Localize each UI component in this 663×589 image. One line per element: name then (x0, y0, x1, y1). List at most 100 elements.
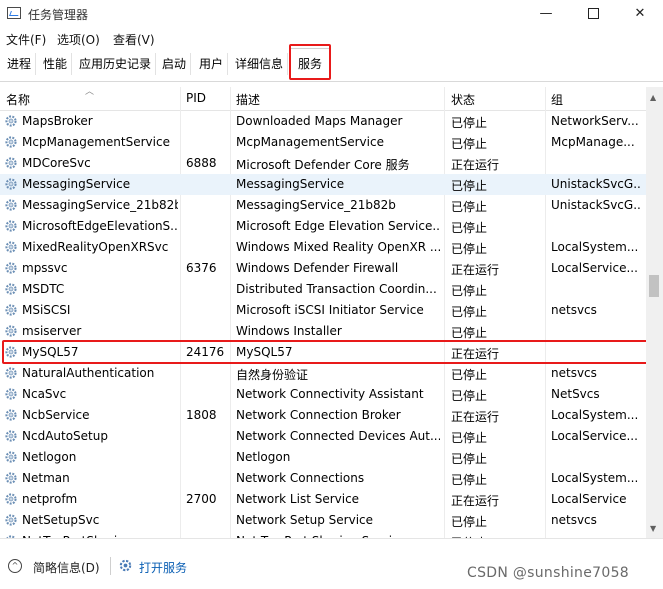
footer-bar: ^ 简略信息(D) 打开服务 (0, 538, 663, 589)
column-group[interactable]: 组 (551, 91, 563, 108)
service-description: Network Connection Broker (236, 408, 401, 422)
scroll-up-arrow-icon[interactable]: ▲ (650, 93, 656, 102)
service-gear-icon (5, 241, 17, 253)
service-name: netprofm (22, 492, 78, 506)
window-title: 任务管理器 (28, 8, 89, 22)
collapse-up-icon[interactable]: ^ (8, 559, 22, 573)
service-status: 已停止 (451, 137, 488, 151)
service-gear-icon (5, 199, 17, 211)
column-name[interactable]: 名称 (6, 91, 30, 108)
column-header: ︿ 名称 PID 描述 状态 组 (0, 87, 646, 111)
service-name: MSiSCSI (22, 303, 71, 317)
service-row[interactable]: MessagingService MessagingService 已停止 Unist… (0, 174, 646, 195)
tab-users[interactable]: 用户 (195, 53, 229, 75)
service-status: 正在运行 (451, 494, 500, 508)
service-status: 已停止 (451, 242, 488, 256)
service-group: netsvcs (551, 366, 597, 380)
service-row[interactable]: Netman Network Connections 已停止 LocalSystem.… (0, 468, 646, 489)
service-name: NcaSvc (22, 387, 67, 401)
tab-app-history[interactable]: 应用历史记录 (75, 53, 157, 75)
service-description: McpManagementService (236, 135, 384, 149)
service-group: McpManage... (551, 135, 635, 149)
service-gear-icon (5, 514, 17, 526)
service-status: 正在运行 (451, 263, 500, 277)
service-pid: 2700 (186, 492, 217, 506)
service-name: NaturalAuthentication (22, 366, 155, 380)
service-row[interactable]: MixedRealityOpenXRSvc Windows Mixed Reali… (0, 237, 646, 258)
service-name: MessagingService (22, 177, 131, 191)
service-description: Windows Mixed Reality OpenXR ... (236, 240, 440, 254)
minimize-button[interactable]: — (523, 0, 569, 28)
services-list: MapsBroker Downloaded Maps Manager 已停止 Netw… (0, 111, 646, 538)
service-group: LocalService (551, 492, 627, 506)
service-pid: 6376 (186, 261, 217, 275)
service-row[interactable]: NcdAutoSetup Network Connected Devices Au… (0, 426, 646, 447)
menu-options[interactable]: 选项(O) (57, 31, 100, 48)
vertical-scrollbar[interactable]: ▲ ▼ (646, 87, 663, 538)
service-row[interactable]: MessagingService_21b82b MessagingService_… (0, 195, 646, 216)
service-row[interactable]: MSiSCSI Microsoft iSCSI Initiator Service… (0, 300, 646, 321)
service-description: Network List Service (236, 492, 360, 506)
service-group: netsvcs (551, 303, 597, 317)
services-gear-icon[interactable] (118, 558, 133, 573)
service-description: Downloaded Maps Manager (236, 114, 403, 128)
service-row[interactable]: NaturalAuthentication 自然身份验证 已停止 netsvcs (0, 363, 646, 384)
service-row[interactable]: mpssvc 6376 Windows Defender Firewall 正在运行 L… (0, 258, 646, 279)
service-name: MDCoreSvc (22, 156, 91, 170)
service-group: NetSvcs (551, 387, 600, 401)
tab-startup[interactable]: 启动 (158, 53, 192, 75)
column-description[interactable]: 描述 (236, 91, 260, 108)
service-status: 已停止 (451, 515, 488, 529)
service-name: MessagingService_21b82b (22, 198, 178, 212)
service-row[interactable]: msiserver Windows Installer 已停止 (0, 321, 646, 342)
service-row[interactable]: MDCoreSvc 6888 Microsoft Defender Core 服务 正… (0, 153, 646, 174)
service-gear-icon (5, 136, 17, 148)
service-row[interactable]: netprofm 2700 Network List Service 正在运行 Loca… (0, 489, 646, 510)
service-name: McpManagementService (22, 135, 170, 149)
service-row[interactable]: NcaSvc Network Connectivity Assistant 已停止 N… (0, 384, 646, 405)
menu-view[interactable]: 查看(V) (113, 31, 155, 48)
service-gear-icon (5, 493, 17, 505)
service-row[interactable]: NetSetupSvc Network Setup Service 已停止 netsv… (0, 510, 646, 531)
open-services-link[interactable]: 打开服务 (139, 559, 187, 576)
tab-performance[interactable]: 性能 (39, 53, 73, 75)
service-group: LocalSystem... (551, 471, 639, 485)
service-name: Netman (22, 471, 70, 485)
menu-file[interactable]: 文件(F) (6, 31, 46, 48)
service-pid: 6888 (186, 156, 217, 170)
scroll-thumb[interactable] (649, 275, 659, 297)
service-pid: 1808 (186, 408, 217, 422)
service-group: LocalSystem... (551, 240, 639, 254)
column-status[interactable]: 状态 (451, 91, 475, 108)
service-name: MapsBroker (22, 114, 93, 128)
service-gear-icon (5, 367, 17, 379)
service-row[interactable]: MapsBroker Downloaded Maps Manager 已停止 Netw… (0, 111, 646, 132)
service-row[interactable]: Netlogon Netlogon 已停止 (0, 447, 646, 468)
service-status: 已停止 (451, 200, 488, 214)
fewer-details-button[interactable]: 简略信息(D) (33, 559, 100, 576)
service-row[interactable]: NetTcpPortSharingNet.Tcp Port Sharing Se… (0, 531, 646, 538)
service-description: Network Setup Service (236, 513, 374, 527)
column-pid[interactable]: PID (186, 91, 206, 105)
service-row[interactable]: McpManagementService McpManagementService… (0, 132, 646, 153)
tab-details[interactable]: 详细信息 (231, 53, 289, 75)
maximize-button[interactable] (570, 0, 616, 28)
service-gear-icon (5, 115, 17, 127)
service-row[interactable]: MicrosoftEdgeElevationS... Microsoft Edge… (0, 216, 646, 237)
service-row[interactable]: NcbService 1808 Network Connection Broker 正… (0, 405, 646, 426)
scroll-down-arrow-icon[interactable]: ▼ (650, 524, 656, 533)
footer-divider (110, 557, 111, 575)
close-button[interactable]: ✕ (617, 0, 663, 28)
minimize-icon: — (539, 6, 553, 21)
service-row[interactable]: MSDTC Distributed Transaction Coordin... 已… (0, 279, 646, 300)
service-gear-icon (5, 262, 17, 274)
service-description: 自然身份验证 (236, 368, 309, 382)
service-description: Windows Installer (236, 324, 342, 338)
service-group: UnistackSvcG... (551, 177, 641, 191)
service-description: Network Connectivity Assistant (236, 387, 424, 401)
service-gear-icon (5, 283, 17, 295)
service-status: 已停止 (451, 179, 488, 193)
tab-processes[interactable]: 进程 (3, 53, 37, 75)
service-gear-icon (5, 409, 17, 421)
services-tab-annotation (289, 44, 331, 80)
